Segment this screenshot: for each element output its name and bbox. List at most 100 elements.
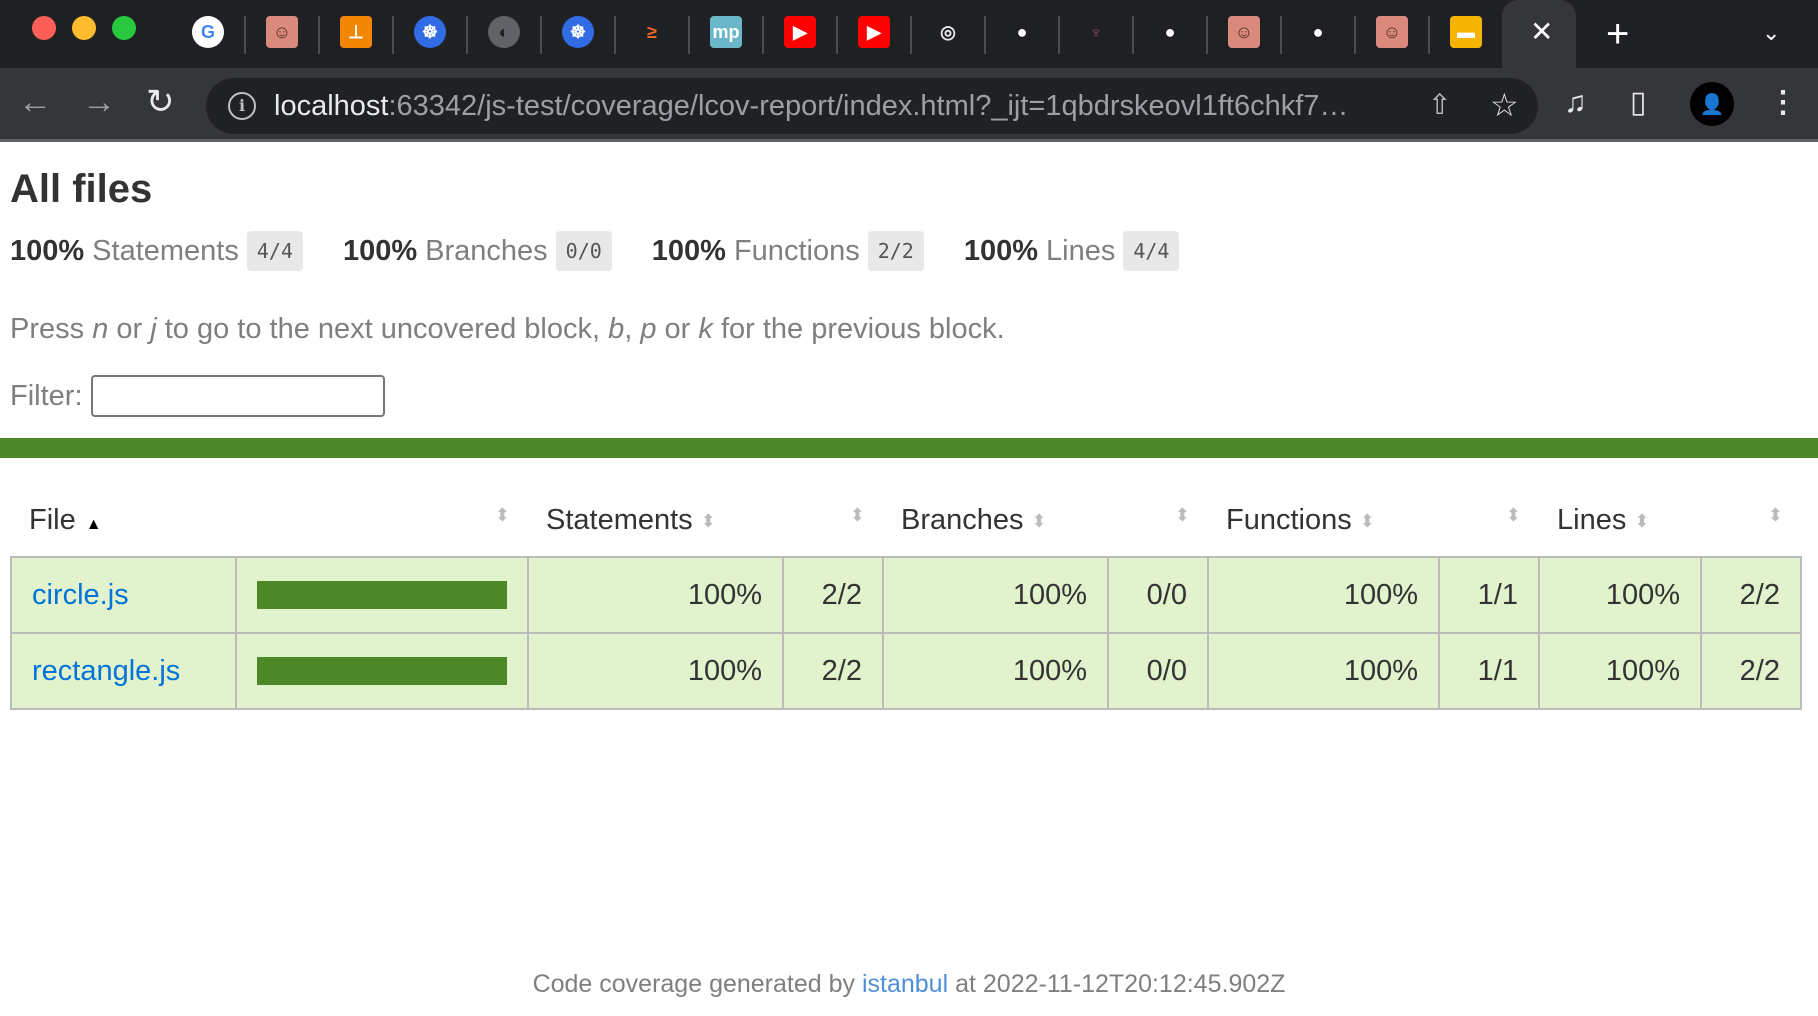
coverage-bar	[257, 657, 507, 685]
share-icon[interactable]: ⇧	[1428, 88, 1451, 121]
url-host: localhost	[274, 90, 389, 122]
new-tab-button[interactable]: +	[1606, 14, 1629, 54]
github-icon: ●	[1302, 16, 1334, 48]
close-window-button[interactable]	[32, 16, 56, 40]
filter-label: Filter:	[10, 379, 83, 412]
reload-button[interactable]: ↻	[146, 82, 175, 122]
url-path: :63342/js-test/coverage/lcov-report/inde…	[388, 90, 1349, 122]
minimize-window-button[interactable]	[72, 16, 96, 40]
terminal-icon: ≥	[636, 16, 668, 48]
filter-input[interactable]	[90, 375, 385, 417]
address-bar[interactable]: i localhost:63342/js-test/coverage/lcov-…	[206, 78, 1538, 134]
browser-tab[interactable]: ♆	[1078, 14, 1114, 50]
browser-menu-icon[interactable]: ⋮	[1768, 86, 1798, 120]
footer-timestamp: at 2022-11-12T20:12:45.902Z	[948, 970, 1286, 998]
tab-separator	[910, 16, 912, 54]
forward-button[interactable]: →	[82, 82, 116, 122]
summary-branches: 100% Branches 0/0	[343, 231, 612, 271]
statements-pct: 100%	[527, 556, 784, 634]
mp-icon: mp	[710, 16, 742, 48]
maximize-window-button[interactable]	[112, 16, 136, 40]
browser-tab[interactable]: ●	[1004, 14, 1040, 50]
browser-tab[interactable]: ☺	[1374, 14, 1410, 50]
column-header-statements-raw[interactable]: ⬍	[783, 485, 883, 557]
file-link[interactable]: circle.js	[32, 579, 129, 611]
branches-pct: 100%	[882, 556, 1109, 634]
github-icon: ●	[1006, 16, 1038, 48]
sort-icon: ⬍	[1359, 511, 1375, 532]
coverage-table: File ▲ ⬍ Statements ⬍ ⬍ Branches ⬍ ⬍ Functi…	[10, 485, 1802, 710]
column-header-lines[interactable]: Lines ⬍	[1539, 485, 1701, 557]
column-header-functions-raw[interactable]: ⬍	[1439, 485, 1539, 557]
column-header-branches[interactable]: Branches ⬍	[883, 485, 1108, 557]
file-link[interactable]: rectangle.js	[32, 655, 180, 687]
browser-tab[interactable]: ◐	[486, 14, 522, 50]
browser-tab[interactable]: G	[190, 14, 226, 50]
statements-pct: 100%	[527, 632, 784, 710]
summary-statements: 100% Statements 4/4	[10, 231, 303, 271]
column-header-functions[interactable]: Functions ⬍	[1208, 485, 1439, 557]
branches-pct: 100%	[882, 632, 1109, 710]
column-header-branches-raw[interactable]: ⬍	[1108, 485, 1208, 557]
browser-tab[interactable]: ●	[1152, 14, 1188, 50]
tab-search-chevron-icon[interactable]: ⌄	[1762, 20, 1780, 46]
back-button[interactable]: ←	[18, 82, 52, 122]
summary-pct: 100%	[963, 234, 1038, 267]
active-tab[interactable]: ✕	[1502, 0, 1576, 72]
bookmark-star-icon[interactable]: ☆	[1490, 86, 1519, 124]
keyboard-hint: Press n or j to go to the next uncovered…	[10, 313, 1005, 345]
coverage-bar	[257, 581, 507, 609]
table-row: rectangle.js 100% 2/2 100% 0/0 100% 1/1 …	[10, 632, 1802, 710]
site-info-icon[interactable]: i	[228, 92, 256, 120]
google-icon: G	[192, 16, 224, 48]
slides-icon: ▬	[1450, 16, 1482, 48]
media-control-icon[interactable]: ♫	[1564, 86, 1587, 120]
summary-fraction: 4/4	[246, 231, 303, 271]
column-header-statements[interactable]: Statements ⬍	[528, 485, 783, 557]
drawio-icon: ⊥	[340, 16, 372, 48]
column-header-file-coverage[interactable]: ⬍	[236, 485, 528, 557]
browser-tab[interactable]: mp	[708, 14, 744, 50]
sort-icon: ⬍	[1174, 505, 1190, 525]
profile-avatar[interactable]: 👤	[1690, 82, 1734, 126]
table-row: circle.js 100% 2/2 100% 0/0 100% 1/1 100…	[10, 556, 1802, 634]
browser-tab[interactable]: ◎	[930, 14, 966, 50]
tab-separator	[688, 16, 690, 54]
lines-pct: 100%	[1538, 556, 1702, 634]
youtube-icon: ▶	[858, 16, 890, 48]
browser-tab[interactable]: ☺	[264, 14, 300, 50]
browser-tab[interactable]: ▶	[856, 14, 892, 50]
avatar-photo-icon: ☺	[266, 16, 298, 48]
functions-fraction: 1/1	[1438, 556, 1540, 634]
column-header-lines-raw[interactable]: ⬍	[1701, 485, 1801, 557]
tab-separator	[318, 16, 320, 54]
browser-tab[interactable]: ☸	[412, 14, 448, 50]
side-panel-icon[interactable]: ▯	[1630, 86, 1647, 120]
summary-fraction: 4/4	[1123, 231, 1180, 271]
istanbul-link[interactable]: istanbul	[862, 970, 948, 998]
browser-tab[interactable]: ▶	[782, 14, 818, 50]
column-header-file[interactable]: File ▲	[11, 485, 236, 557]
sort-icon: ⬍	[494, 505, 510, 525]
url-text[interactable]: localhost:63342/js-test/coverage/lcov-re…	[274, 90, 1348, 123]
browser-tab[interactable]: ≥	[634, 14, 670, 50]
lines-fraction: 2/2	[1700, 556, 1802, 634]
browser-tab[interactable]: ●	[1300, 14, 1336, 50]
tab-separator	[1058, 16, 1060, 54]
close-tab-icon[interactable]: ✕	[1530, 18, 1553, 46]
summary-functions: 100% Functions 2/2	[652, 231, 924, 271]
youtube-icon: ▶	[784, 16, 816, 48]
tab-strip: G ☺ ⊥ ☸ ◐ ☸ ≥ mp ▶ ▶ ◎ ● ♆ ● ☺ ● ☺ ▬ ✕ + ⌄	[0, 0, 1818, 72]
browser-tab[interactable]: ☺	[1226, 14, 1262, 50]
browser-tab[interactable]: ⊥	[338, 14, 374, 50]
tab-separator	[984, 16, 986, 54]
tab-separator	[1132, 16, 1134, 54]
browser-tab[interactable]: ☸	[560, 14, 596, 50]
summary-label: Functions	[733, 234, 860, 267]
summary-pct: 100%	[10, 234, 85, 267]
lines-fraction: 2/2	[1700, 632, 1802, 710]
browser-tab[interactable]: ▬	[1448, 14, 1484, 50]
file-cell: rectangle.js	[10, 632, 237, 710]
globe-icon: ◐	[488, 16, 520, 48]
page-title: All files	[10, 167, 153, 211]
